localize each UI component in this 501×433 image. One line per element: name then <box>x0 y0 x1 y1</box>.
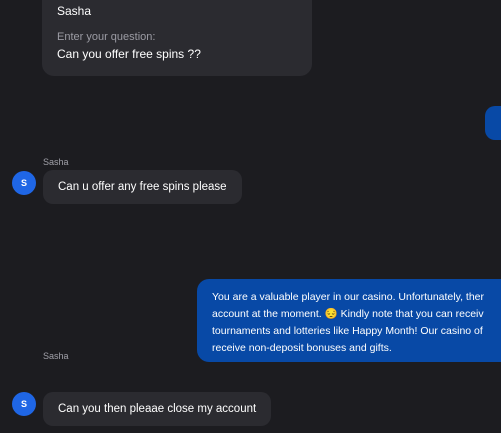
agent-message-line: tournaments and lotteries like Happy Mon… <box>212 325 483 337</box>
agent-message-line: account at the moment. 😔 Kindly note tha… <box>212 308 484 320</box>
agent-message-line: receive non-deposit bonuses and gifts. <box>212 342 392 354</box>
form-question-label: Enter your question: <box>57 31 156 43</box>
form-user-name: Sasha <box>57 4 92 18</box>
form-question-value: Can you offer free spins ?? <box>57 47 201 61</box>
user-message-bubble: Can you then pleaae close my account <box>43 392 272 426</box>
user-avatar: S <box>12 171 36 195</box>
agent-message-bubble-partial <box>485 106 501 140</box>
agent-message-line: You are a valuable player in our casino.… <box>212 291 485 303</box>
sender-name: Sasha <box>43 351 69 361</box>
agent-message-bubble: You are a valuable player in our casino.… <box>197 279 501 362</box>
question-form-card: Sasha Enter your question: Can you offer… <box>42 0 312 76</box>
user-avatar: S <box>12 392 36 416</box>
sender-name: Sasha <box>43 157 69 167</box>
user-message-bubble: Can u offer any free spins please <box>43 170 242 204</box>
chat-thread: Sasha Enter your question: Can you offer… <box>0 0 501 433</box>
